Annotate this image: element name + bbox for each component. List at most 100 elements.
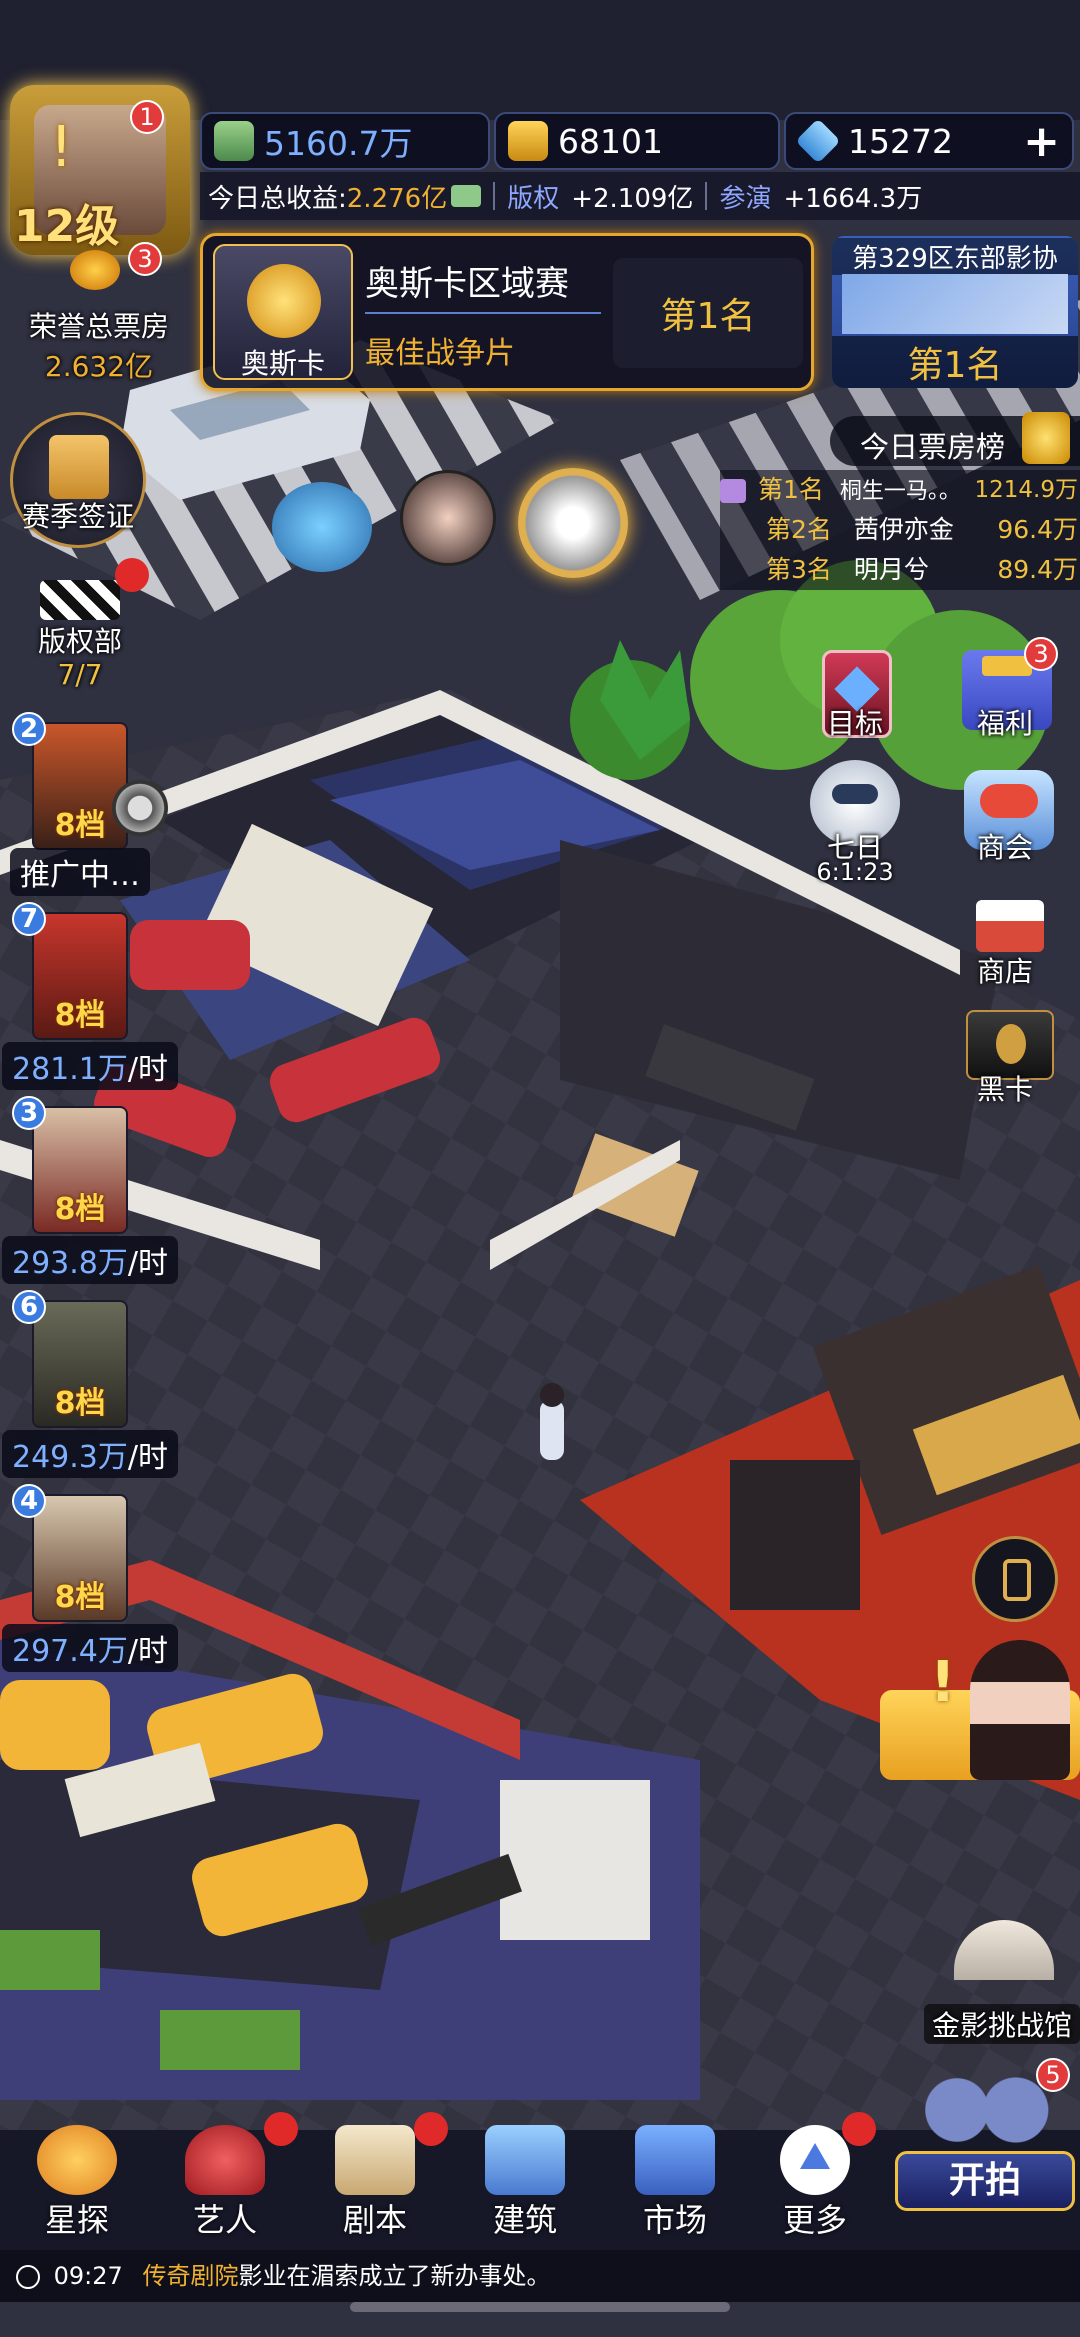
- oscar-title: 奥斯卡区域赛: [365, 264, 569, 304]
- box-office-title[interactable]: 今日票房榜: [830, 412, 1080, 466]
- black-card-icon: [996, 1024, 1026, 1064]
- home-indicator: [350, 2302, 730, 2312]
- actress-avatar[interactable]: [400, 470, 496, 566]
- film-grade-5: 8档: [54, 1580, 106, 1615]
- goal-label: 目标: [826, 707, 883, 740]
- diamond-value: 15272: [848, 121, 953, 161]
- seven-day-timer: 6:1:23: [816, 858, 894, 886]
- medal-icon: [247, 264, 321, 338]
- map-pin-icon: [635, 2125, 715, 2195]
- chevron-up-icon: [780, 2125, 850, 2195]
- shop-icon: [976, 900, 1044, 952]
- oscar-panel[interactable]: 奥斯卡 奥斯卡区域赛 最佳战争片 第1名: [200, 233, 814, 391]
- acting-value: +1664.3万: [783, 183, 923, 214]
- film-rate-3: 293.8万/时: [2, 1236, 178, 1284]
- clipboard-icon: [335, 2125, 415, 2195]
- film-status-1: 推广中…: [10, 848, 150, 896]
- gold-icon: [508, 121, 548, 161]
- nav-build[interactable]: 建筑: [470, 2125, 580, 2245]
- film-rank-5: 4: [12, 1484, 46, 1518]
- gold-value: 68101: [558, 121, 663, 161]
- copyright-value: +2.109亿: [571, 183, 694, 214]
- gold-resource[interactable]: 68101: [494, 112, 780, 170]
- robot-icon: [832, 784, 878, 804]
- exclamation-icon: !: [50, 115, 73, 180]
- building-icon: [485, 2125, 565, 2195]
- nav-market[interactable]: 市场: [620, 2125, 730, 2245]
- rank-row-1: 第1名 桐生一马。。 1214.9万: [720, 470, 1080, 506]
- oscar-divider: [365, 312, 601, 314]
- oscar-rank: 第1名: [613, 258, 803, 368]
- copyright-dept-notify-dot: [115, 558, 149, 592]
- merchant-label: 商会: [976, 831, 1033, 864]
- golden-challenge-hall-button[interactable]: [934, 1900, 1080, 2010]
- film-grade-3: 8档: [54, 1192, 106, 1227]
- season-visa-label: 赛季签证: [21, 500, 134, 533]
- copyright-dept-count: 7/7: [57, 658, 103, 691]
- copyright-dept-label: 版权部: [37, 625, 122, 658]
- film-poster-5[interactable]: 8档: [32, 1494, 128, 1622]
- income-bar: 今日总收益: 2.276亿 版权 +2.109亿 参演 +1664.3万: [200, 172, 1080, 220]
- acting-label: 参演: [719, 183, 772, 214]
- film-grade-4: 8档: [54, 1386, 106, 1421]
- film-rank-3: 3: [12, 1096, 46, 1130]
- welfare-badge: 3: [1024, 637, 1058, 671]
- season-visa-icon: [49, 435, 109, 499]
- secretary-quest-button[interactable]: !: [880, 1640, 1080, 1790]
- ticker-studio: 传奇剧院: [142, 2262, 239, 2290]
- opera-house-icon: [954, 1920, 1054, 1980]
- film-camera-icon: [915, 2075, 1055, 2145]
- nav-scout[interactable]: 星探: [22, 2125, 132, 2245]
- film-reel-button[interactable]: [518, 468, 628, 578]
- film-poster-4[interactable]: 8档: [32, 1300, 128, 1428]
- region-map: [842, 274, 1068, 334]
- challenge-hall-label: 金影挑战馆: [924, 2004, 1080, 2044]
- nav-artist[interactable]: 艺人: [170, 2125, 280, 2245]
- film-rank-4: 6: [12, 1290, 46, 1324]
- trophy-gold-icon: [1022, 412, 1070, 464]
- film-reel-icon: [112, 780, 168, 836]
- crown-icon: [720, 479, 746, 503]
- oscar-subtitle: 最佳战争片: [365, 336, 515, 371]
- rank-row-2: 第2名 茜伊亦金 96.4万: [766, 515, 1078, 544]
- add-diamond-button[interactable]: +: [1023, 116, 1060, 167]
- film-rate-2: 281.1万/时: [2, 1042, 178, 1090]
- film-rank-2: 7: [12, 902, 46, 936]
- clock-icon: [16, 2265, 40, 2289]
- honor-label: 荣誉总票房: [28, 310, 169, 343]
- cash-value: 5160.7万: [264, 124, 413, 163]
- nav-script[interactable]: 剧本: [320, 2125, 430, 2245]
- cash-resource[interactable]: 5160.7万: [200, 112, 490, 170]
- oscar-card[interactable]: 奥斯卡: [213, 244, 353, 380]
- cash-icon: [214, 121, 254, 161]
- honor-badge: 3: [128, 242, 162, 276]
- shoot-badge: 5: [1036, 2058, 1070, 2092]
- diamond-icon: [795, 118, 841, 164]
- trophy-icon[interactable]: [70, 250, 120, 290]
- scout-icon: [37, 2125, 117, 2195]
- black-card-label: 黑卡: [976, 1073, 1033, 1106]
- phone-button[interactable]: [972, 1536, 1058, 1622]
- film-poster-1[interactable]: 8档: [32, 722, 128, 850]
- diamond-resource[interactable]: 15272 +: [784, 112, 1074, 170]
- shop-label: 商店: [976, 955, 1033, 988]
- airship-icon: [980, 784, 1038, 818]
- film-rate-4: 249.3万/时: [2, 1430, 178, 1478]
- script-notify-dot: [414, 2112, 448, 2146]
- welfare-label: 福利: [976, 707, 1033, 740]
- level-badge: 1: [130, 100, 164, 134]
- film-poster-3[interactable]: 8档: [32, 1106, 128, 1234]
- film-grade-2: 8档: [54, 998, 106, 1033]
- today-income-label: 今日总收益:: [208, 183, 347, 214]
- ticker-time: 09:27: [53, 2262, 123, 2290]
- cocktail-icon[interactable]: [272, 482, 372, 572]
- artist-notify-dot: [264, 2112, 298, 2146]
- secretary-avatar: [970, 1640, 1070, 1780]
- shoot-label: 开拍: [895, 2151, 1075, 2211]
- region-rank: 第1名: [832, 336, 1078, 388]
- film-poster-2[interactable]: 8档: [32, 912, 128, 1040]
- today-income-value: 2.276亿: [346, 183, 448, 214]
- film-rate-5: 297.4万/时: [2, 1624, 178, 1672]
- ticker-message: 影业在湄索成立了新办事处。: [238, 2262, 551, 2290]
- region-panel[interactable]: 第329区东部影协 第1名: [832, 236, 1078, 388]
